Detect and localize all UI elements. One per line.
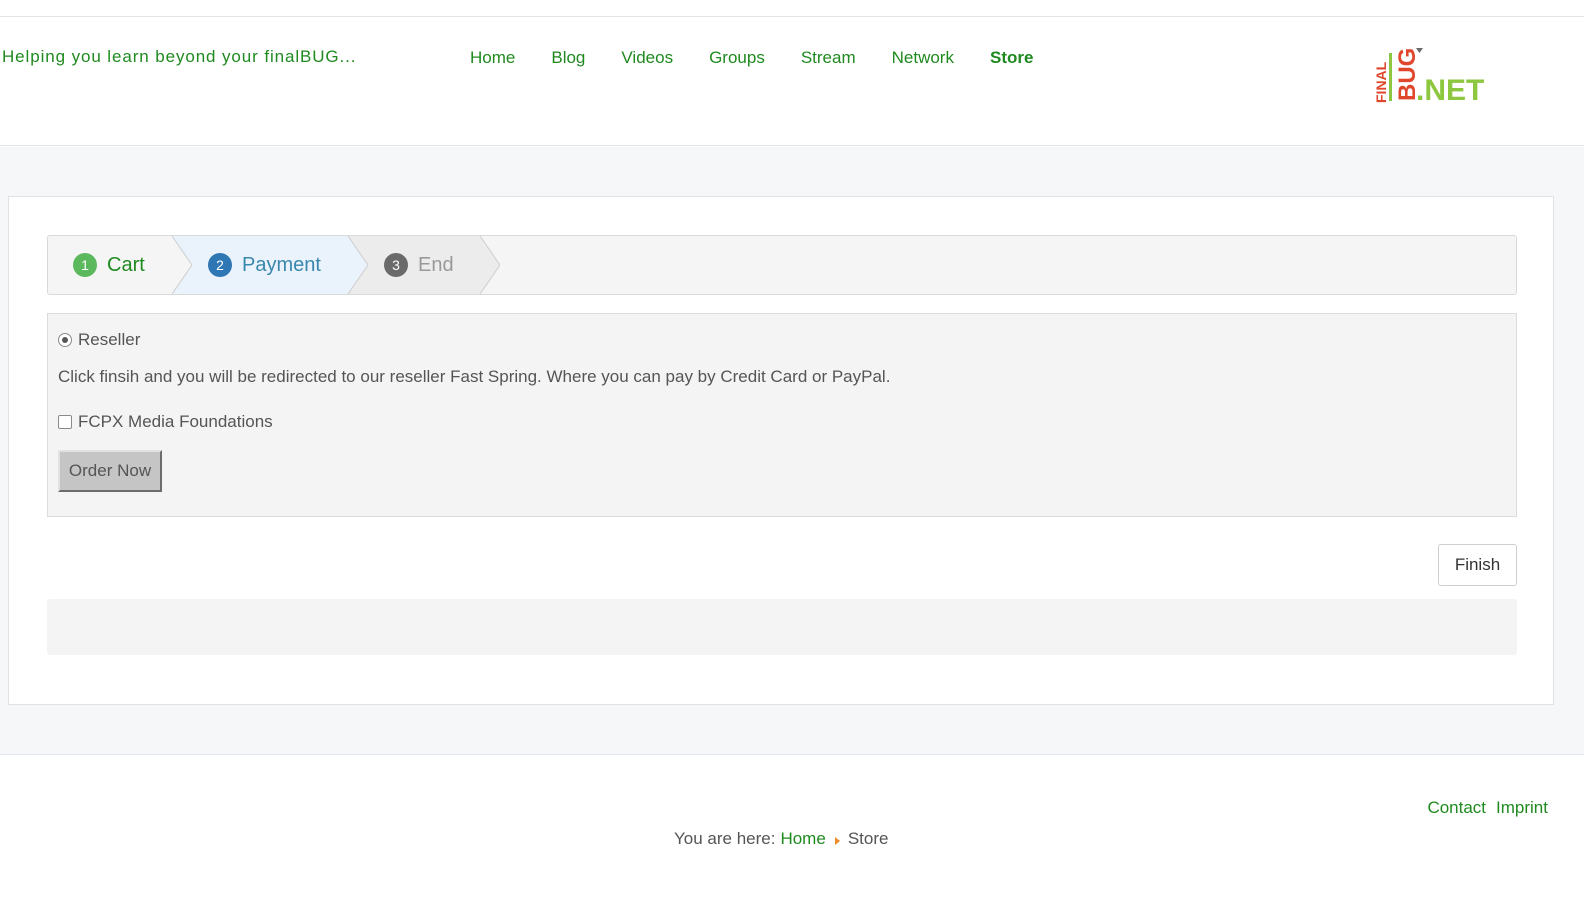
step-label: End xyxy=(418,253,454,276)
checkout-steps: 1 Cart 2 Payment 3 End xyxy=(47,235,1517,295)
nav-home[interactable]: Home xyxy=(452,47,533,69)
footer-link-imprint[interactable]: Imprint xyxy=(1496,798,1548,818)
checkout-card: 1 Cart 2 Payment 3 End Reseller Click fi… xyxy=(8,196,1554,705)
nav-network[interactable]: Network xyxy=(874,47,972,69)
breadcrumb: You are here: Home Store xyxy=(674,829,888,849)
nav-groups[interactable]: Groups xyxy=(691,47,783,69)
reseller-radio[interactable] xyxy=(58,333,72,347)
reseller-label: Reseller xyxy=(78,330,141,349)
breadcrumb-arrow-icon xyxy=(834,836,840,845)
breadcrumb-current: Store xyxy=(847,829,889,848)
nav-store[interactable]: Store xyxy=(972,47,1051,69)
product-option[interactable]: FCPX Media Foundations xyxy=(58,412,273,432)
logo-bar xyxy=(1389,53,1392,101)
step-cart[interactable]: 1 Cart xyxy=(48,236,172,294)
breadcrumb-home[interactable]: Home xyxy=(780,829,825,849)
payment-panel: Reseller Click finsih and you will be re… xyxy=(47,313,1517,517)
main-nav: Home Blog Videos Groups Stream Network S… xyxy=(452,47,1051,69)
nav-stream[interactable]: Stream xyxy=(783,47,874,69)
step-separator-icon xyxy=(172,236,192,294)
logo-final-text: FINAL xyxy=(1373,61,1389,103)
breadcrumb-prefix: You are here: xyxy=(674,829,776,848)
reseller-option[interactable]: Reseller xyxy=(58,330,140,350)
step-separator-icon xyxy=(480,236,500,294)
step-separator-icon xyxy=(348,236,368,294)
info-well xyxy=(47,599,1517,655)
site-logo[interactable]: FINAL BUG .NET xyxy=(1368,45,1508,109)
nav-blog[interactable]: Blog xyxy=(533,47,603,69)
order-now-button[interactable]: Order Now xyxy=(58,450,162,492)
step-payment[interactable]: 2 Payment xyxy=(172,236,348,294)
step-number: 3 xyxy=(384,253,408,277)
step-number: 1 xyxy=(73,253,97,277)
logo-net-text: .NET xyxy=(1416,74,1484,107)
payment-info-text: Click finsih and you will be redirected … xyxy=(58,367,891,386)
step-number: 2 xyxy=(208,253,232,277)
product-checkbox[interactable] xyxy=(58,415,72,429)
step-label: Payment xyxy=(242,253,321,276)
nav-videos[interactable]: Videos xyxy=(603,47,691,69)
site-header: Helping you learn beyond your finalBUG..… xyxy=(0,17,1584,146)
site-tagline: Helping you learn beyond your finalBUG..… xyxy=(2,47,357,66)
finish-button[interactable]: Finish xyxy=(1438,544,1517,586)
footer-link-contact[interactable]: Contact xyxy=(1427,798,1486,818)
step-label: Cart xyxy=(107,253,145,276)
footer-links: Contact Imprint xyxy=(1417,798,1548,818)
product-label: FCPX Media Foundations xyxy=(78,412,273,431)
